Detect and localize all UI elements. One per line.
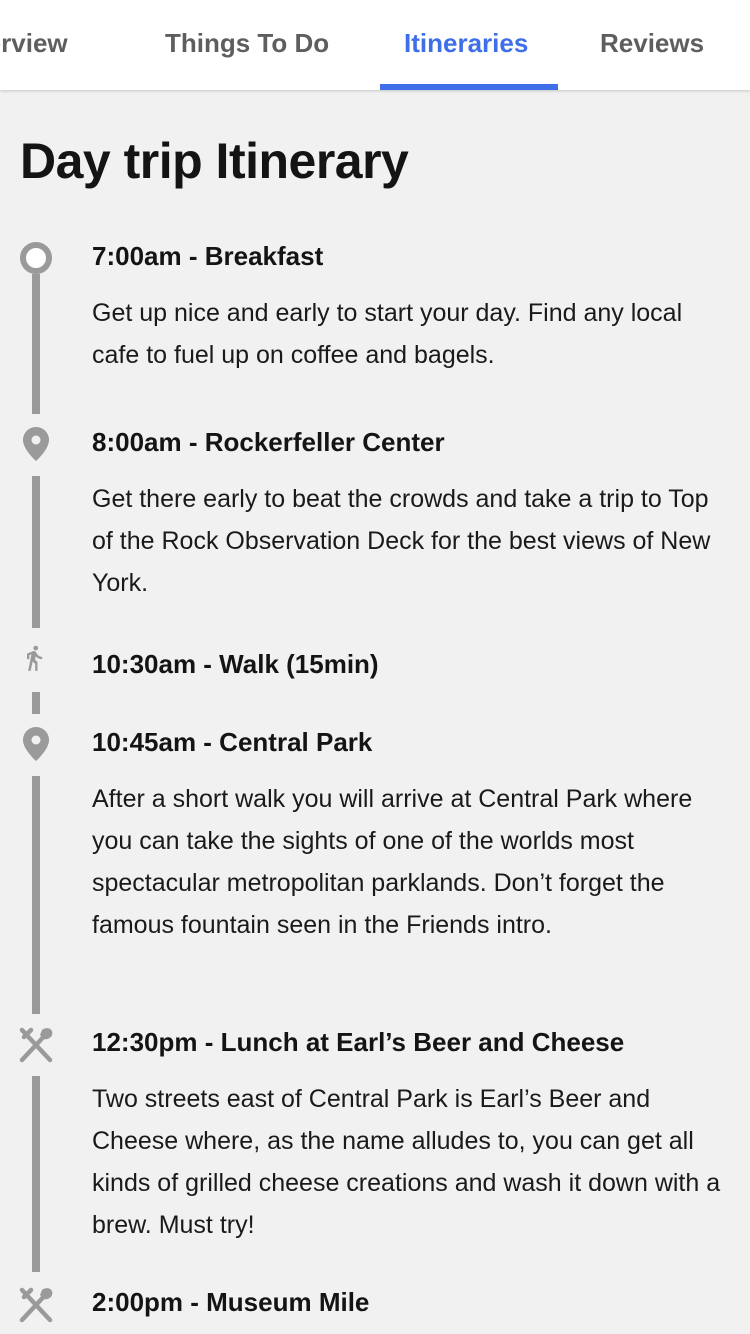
- timeline-rail: [32, 776, 40, 1014]
- stop-title: 10:45am - Central Park: [92, 727, 373, 757]
- timeline-rail: [32, 274, 40, 414]
- location-pin-icon: [23, 727, 49, 761]
- stop-description: Get there early to beat the crowds and t…: [92, 485, 711, 597]
- timeline-rail: [32, 476, 40, 628]
- restaurant-icon: [19, 1287, 53, 1323]
- page-title: Day trip Itinerary: [20, 133, 409, 189]
- stop-description: Two streets east of Central Park is Earl…: [92, 1085, 721, 1239]
- location-pin-icon: [23, 427, 49, 461]
- stop-description: Get up nice and early to start your day.…: [92, 299, 683, 369]
- stop-title: 7:00am - Breakfast: [92, 241, 324, 271]
- walking-icon: [27, 645, 43, 671]
- tab-reviews[interactable]: Reviews: [600, 28, 704, 59]
- tab-bar: Overview Things To Do Itineraries Review…: [0, 0, 750, 90]
- active-tab-indicator: [380, 84, 558, 90]
- tab-things-to-do[interactable]: Things To Do: [165, 28, 329, 59]
- stop-title: 2:00pm - Museum Mile: [92, 1287, 370, 1317]
- stop-title: 10:30am - Walk (15min): [92, 649, 379, 679]
- restaurant-icon: [19, 1027, 53, 1063]
- timeline-rail: [32, 1076, 40, 1272]
- timeline-rail: [32, 692, 40, 714]
- tab-overview[interactable]: Overview: [0, 28, 68, 59]
- stop-title: 12:30pm - Lunch at Earl’s Beer and Chees…: [92, 1027, 625, 1057]
- start-circle-icon: [20, 242, 52, 274]
- stop-title: 8:00am - Rockerfeller Center: [92, 427, 445, 457]
- tab-itineraries[interactable]: Itineraries: [404, 28, 528, 59]
- stop-description: After a short walk you will arrive at Ce…: [92, 785, 693, 939]
